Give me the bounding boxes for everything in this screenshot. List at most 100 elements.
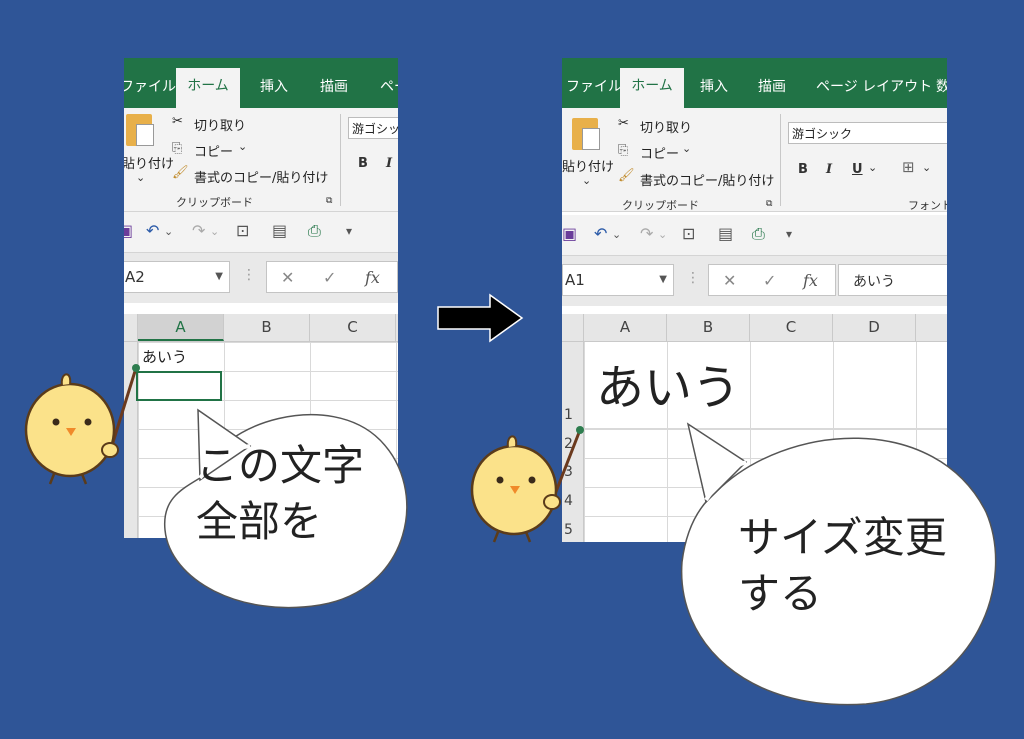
customize-qat-icon[interactable]: ▾ — [786, 227, 792, 241]
format-painter-button[interactable]: 書式のコピー/貼り付け — [640, 170, 774, 189]
italic-button[interactable]: I — [386, 156, 392, 171]
select-all-corner[interactable] — [124, 314, 138, 341]
cell-a1-resized[interactable]: あいう — [596, 348, 740, 418]
formula-bar: A1 ▼ ⋮ ✕ ✓ fx あいう — [562, 256, 947, 306]
form-icon[interactable]: ▤ — [272, 221, 287, 240]
tab-page-layout[interactable]: ページ レイアウト — [816, 76, 932, 96]
name-box-dropdown-icon[interactable]: ▼ — [659, 265, 667, 295]
save-icon[interactable]: ▣ — [124, 221, 133, 240]
form-icon[interactable]: ▤ — [718, 224, 733, 243]
redo-dropdown-icon[interactable]: ⌄ — [210, 225, 219, 238]
format-painter-button[interactable]: 書式のコピー/貼り付け — [194, 167, 328, 186]
select-all-corner[interactable] — [562, 314, 584, 341]
enter-icon[interactable]: ✓ — [763, 271, 776, 290]
copy-icon: ⎘ — [172, 141, 183, 156]
enter-icon[interactable]: ✓ — [323, 268, 336, 287]
redo-dropdown-icon[interactable]: ⌄ — [658, 228, 667, 241]
underline-button[interactable]: U — [852, 162, 863, 177]
cut-button[interactable]: 切り取り — [640, 117, 692, 136]
fx-icon[interactable]: fx — [803, 271, 818, 290]
customize-qat-icon[interactable]: ▾ — [346, 224, 352, 238]
cut-button[interactable]: 切り取り — [194, 115, 246, 134]
paste-button[interactable]: 貼り付け — [124, 153, 174, 172]
arrow-right-icon — [437, 293, 524, 343]
clipboard-group-label: クリップボード — [176, 196, 253, 209]
print-preview-icon[interactable]: ⎙ — [752, 224, 765, 244]
borders-icon[interactable]: ⊞ — [902, 158, 915, 176]
cut-icon: ✂ — [618, 116, 629, 131]
undo-dropdown-icon[interactable]: ⌄ — [612, 228, 621, 241]
row-header-1[interactable]: 1 — [564, 407, 573, 423]
tab-home[interactable]: ホーム — [176, 68, 240, 108]
cancel-icon[interactable]: ✕ — [723, 271, 736, 290]
formula-buttons: ✕ ✓ fx — [266, 261, 398, 293]
paste-icon[interactable] — [572, 118, 600, 150]
paste-dropdown-icon[interactable]: ⌄ — [136, 171, 145, 184]
undo-icon[interactable]: ↶ — [146, 221, 159, 240]
cell-a1[interactable]: あいう — [142, 346, 187, 367]
formula-input[interactable]: あいう — [838, 264, 947, 296]
bold-button[interactable]: B — [798, 162, 808, 177]
chick-mascot-right — [470, 426, 584, 543]
chick-mascot-left — [24, 364, 140, 485]
column-header-c[interactable]: C — [750, 314, 833, 341]
undo-icon[interactable]: ↶ — [594, 224, 607, 243]
column-header-row: A B C — [124, 314, 398, 342]
ribbon-home: 貼り付け ⌄ ✂ 切り取り ⎘ コピー ⌄ 🖌 書式のコピー/貼り付け クリップ… — [562, 108, 947, 212]
format-painter-icon: 🖌 — [618, 168, 635, 183]
tab-insert[interactable]: 挿入 — [700, 76, 728, 96]
font-name-box[interactable]: 游ゴシック — [348, 117, 398, 139]
name-box-value: A1 — [565, 271, 585, 289]
formula-bar-grip-icon: ⋮ — [686, 270, 700, 286]
paste-button[interactable]: 貼り付け — [562, 156, 614, 175]
copy-button[interactable]: コピー — [640, 143, 679, 162]
print-preview-icon[interactable]: ⎙ — [308, 221, 321, 241]
tab-insert[interactable]: 挿入 — [260, 76, 288, 96]
column-header-d[interactable]: D — [833, 314, 916, 341]
redo-icon[interactable]: ↷ — [640, 224, 653, 243]
clipboard-launcher-icon[interactable]: ⧉ — [326, 196, 332, 206]
tab-formulas[interactable]: 数 — [936, 76, 947, 96]
column-header-a[interactable]: A — [584, 314, 667, 341]
tab-page-layout[interactable]: ペー — [380, 76, 398, 96]
italic-button[interactable]: I — [826, 162, 832, 177]
fx-icon[interactable]: fx — [365, 268, 380, 287]
tab-draw[interactable]: 描画 — [320, 76, 348, 96]
name-box-value: A2 — [125, 268, 145, 286]
tab-file[interactable]: ファイル — [566, 76, 622, 96]
copy-dropdown-icon[interactable]: ⌄ — [682, 142, 691, 155]
camera-icon[interactable]: ⊡ — [682, 224, 695, 243]
column-header-b[interactable]: B — [667, 314, 750, 341]
camera-icon[interactable]: ⊡ — [236, 221, 249, 240]
paste-dropdown-icon[interactable]: ⌄ — [582, 174, 591, 187]
save-icon[interactable]: ▣ — [562, 224, 577, 243]
paste-icon[interactable] — [126, 114, 154, 146]
copy-button[interactable]: コピー — [194, 141, 233, 160]
formula-bar-grip-icon: ⋮ — [242, 267, 256, 283]
tab-home[interactable]: ホーム — [620, 68, 684, 108]
ribbon-tab-bar: ファイル ホーム 挿入 描画 ペー — [124, 58, 398, 108]
column-header-b[interactable]: B — [224, 314, 310, 341]
column-header-e[interactable] — [916, 314, 947, 341]
undo-dropdown-icon[interactable]: ⌄ — [164, 225, 173, 238]
underline-dropdown-icon[interactable]: ⌄ — [868, 161, 877, 174]
column-header-a[interactable]: A — [138, 314, 224, 341]
bold-button[interactable]: B — [358, 156, 368, 171]
clipboard-group-label: クリップボード — [622, 199, 699, 212]
column-header-c[interactable]: C — [310, 314, 396, 341]
name-box-dropdown-icon[interactable]: ▼ — [215, 262, 223, 292]
cancel-icon[interactable]: ✕ — [281, 268, 294, 287]
format-painter-icon: 🖌 — [172, 165, 189, 180]
ribbon-home: 貼り付け ⌄ ✂ 切り取り ⎘ コピー ⌄ 🖌 書式のコピー/貼り付け クリップ… — [124, 108, 398, 212]
tab-file[interactable]: ファイル — [124, 76, 176, 96]
clipboard-launcher-icon[interactable]: ⧉ — [766, 199, 772, 209]
name-box[interactable]: A2 ▼ — [124, 261, 230, 293]
tab-draw[interactable]: 描画 — [758, 76, 786, 96]
font-name-box[interactable]: 游ゴシック — [788, 122, 947, 144]
redo-icon[interactable]: ↷ — [192, 221, 205, 240]
formula-content: あいう — [853, 274, 895, 290]
name-box[interactable]: A1 ▼ — [562, 264, 674, 296]
ribbon-tab-bar: ファイル ホーム 挿入 描画 ページ レイアウト 数 — [562, 58, 947, 108]
copy-dropdown-icon[interactable]: ⌄ — [238, 140, 247, 153]
borders-dropdown-icon[interactable]: ⌄ — [922, 161, 931, 174]
